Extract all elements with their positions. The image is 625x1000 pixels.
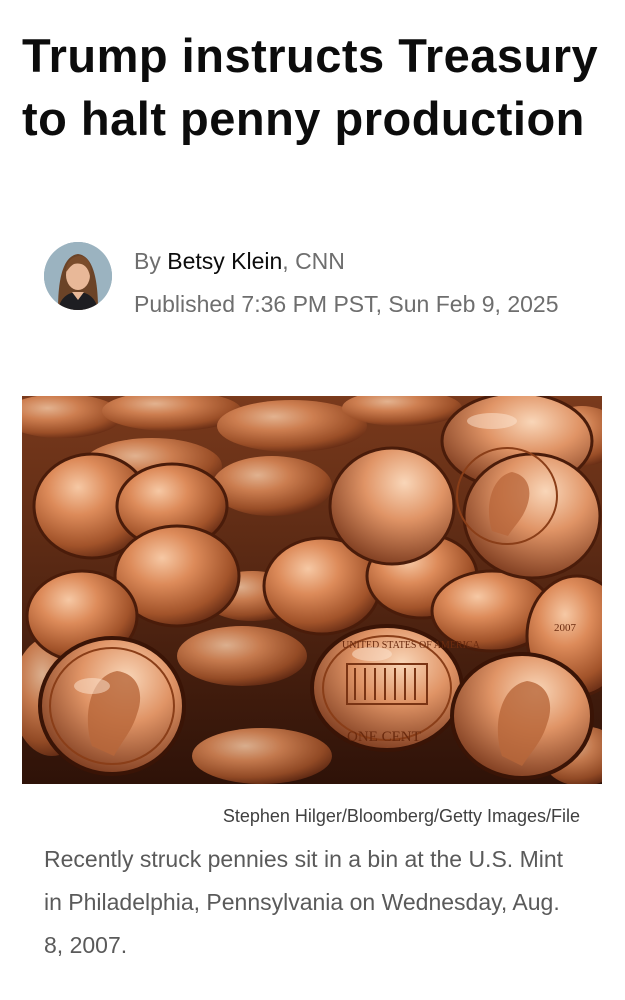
byline: By Betsy Klein, CNN <box>134 242 604 281</box>
author-photo-icon <box>44 242 112 310</box>
author-avatar[interactable] <box>44 242 112 310</box>
byline-block: By Betsy Klein, CNN Published 7:36 PM PS… <box>44 240 604 370</box>
byline-outlet: , CNN <box>282 248 345 274</box>
photo-caption: Recently struck pennies sit in a bin at … <box>44 846 564 958</box>
author-link[interactable]: Betsy Klein <box>167 248 282 274</box>
photo-credit: Stephen Hilger/Bloomberg/Getty Images/Fi… <box>222 806 580 826</box>
coin-year-text: 2007 <box>554 622 577 634</box>
article-photo[interactable]: ONE CENT UNITED STATES OF AMERICA 2007 <box>22 396 602 784</box>
byline-prefix: By <box>134 248 161 274</box>
pennies-image: ONE CENT UNITED STATES OF AMERICA 2007 <box>22 396 602 784</box>
article: Trump instructs Treasury to halt penny p… <box>0 0 625 1000</box>
headline: Trump instructs Treasury to halt penny p… <box>22 29 599 145</box>
coin-one-cent-text: ONE CENT <box>347 729 421 745</box>
publish-timestamp: Published 7:36 PM PST, Sun Feb 9, 2025 <box>134 291 559 317</box>
